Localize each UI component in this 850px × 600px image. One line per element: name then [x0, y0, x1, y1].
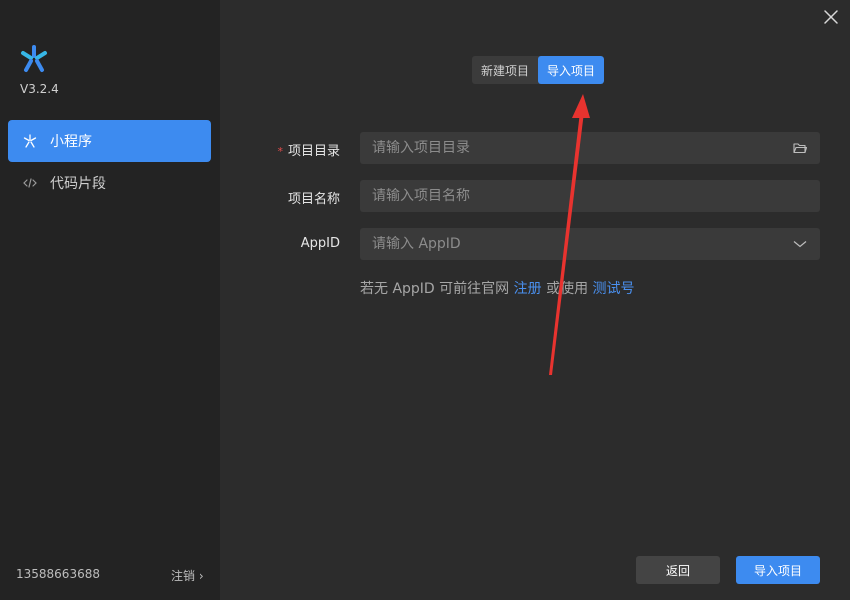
folder-icon[interactable] [792, 140, 808, 156]
back-button[interactable]: 返回 [636, 556, 720, 584]
appid-select[interactable] [360, 228, 820, 260]
close-icon[interactable] [822, 8, 840, 26]
sidebar-item-label: 小程序 [50, 134, 92, 150]
tab-new-project[interactable]: 新建项目 [472, 56, 538, 84]
project-name-input[interactable] [372, 188, 808, 204]
project-mode-tabs: 新建项目 导入项目 [472, 56, 605, 84]
app-logo-icon [21, 45, 47, 72]
sidebar: V3.2.4 小程序 代码片段 13588663688 注销 › [0, 0, 220, 600]
chevron-down-icon[interactable] [792, 236, 808, 252]
test-account-link[interactable]: 测试号 [593, 281, 635, 297]
appid-hint: 若无 AppID 可前往官网 注册 或使用 测试号 [360, 281, 635, 297]
import-project-button[interactable]: 导入项目 [736, 556, 820, 584]
logout-link[interactable]: 注销 › [171, 567, 204, 584]
project-name-field[interactable] [360, 180, 820, 212]
miniprogram-icon [22, 133, 38, 149]
directory-field[interactable] [360, 132, 820, 164]
appid-label: AppID [300, 236, 340, 251]
directory-input[interactable] [372, 140, 792, 156]
tab-import-project[interactable]: 导入项目 [538, 56, 605, 84]
account-number: 13588663688 [16, 567, 100, 581]
directory-label: * 项目目录 [277, 144, 340, 159]
required-mark: * [277, 145, 283, 158]
sidebar-item-miniprogram[interactable]: 小程序 [8, 120, 211, 162]
sidebar-item-label: 代码片段 [50, 176, 106, 192]
sidebar-item-code-snippets[interactable]: 代码片段 [8, 162, 211, 204]
appid-input[interactable] [372, 236, 792, 252]
register-link[interactable]: 注册 [514, 281, 542, 297]
project-name-label: 项目名称 [287, 192, 340, 207]
code-icon [22, 175, 38, 191]
app-version: V3.2.4 [20, 82, 59, 96]
